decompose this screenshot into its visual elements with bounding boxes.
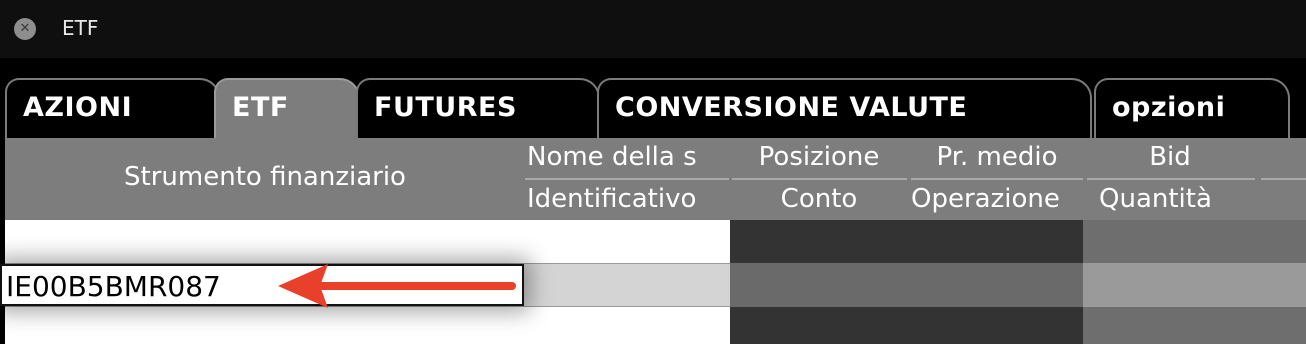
tab-opzioni[interactable]: opzioni bbox=[1094, 78, 1290, 138]
table-row-cell[interactable] bbox=[1083, 263, 1306, 307]
header-strumento[interactable]: Strumento finanziario bbox=[5, 162, 525, 192]
header-divider bbox=[525, 178, 729, 180]
header-divider bbox=[732, 178, 907, 180]
annotation-arrow-icon bbox=[278, 264, 516, 308]
table-row-cell[interactable] bbox=[730, 263, 1083, 307]
header-divider bbox=[911, 178, 1083, 180]
tab-label: AZIONI bbox=[23, 92, 133, 123]
header-posizione[interactable]: Posizione bbox=[731, 142, 907, 172]
tab-etf[interactable]: ETF bbox=[214, 78, 360, 138]
tab-conversione-valute[interactable]: CONVERSIONE VALUTE bbox=[597, 78, 1092, 138]
tab-label: FUTURES bbox=[374, 92, 517, 123]
tab-futures[interactable]: FUTURES bbox=[356, 78, 600, 138]
header-conto[interactable]: Conto bbox=[731, 184, 907, 214]
tab-label: opzioni bbox=[1112, 92, 1226, 123]
tab-label: ETF bbox=[232, 92, 289, 123]
header-bid[interactable]: Bid bbox=[1087, 142, 1253, 172]
window-title: ETF bbox=[62, 16, 99, 40]
close-icon[interactable]: ✕ bbox=[14, 18, 36, 40]
header-divider bbox=[1261, 178, 1306, 180]
header-identificativo[interactable]: Identificativo bbox=[527, 184, 729, 214]
header-prezzo-medio[interactable]: Pr. medio bbox=[911, 142, 1083, 172]
table-header: Strumento finanziario Nome della s Ident… bbox=[5, 138, 1306, 220]
header-nome[interactable]: Nome della s bbox=[527, 142, 729, 172]
window-titlebar: ✕ ETF bbox=[0, 0, 1306, 58]
header-quantita[interactable]: Quantità bbox=[1087, 184, 1259, 214]
header-divider bbox=[1087, 178, 1255, 180]
tab-label: CONVERSIONE VALUTE bbox=[615, 92, 968, 123]
header-operazione[interactable]: Operazione bbox=[911, 184, 1083, 214]
tab-azioni[interactable]: AZIONI bbox=[5, 78, 220, 138]
